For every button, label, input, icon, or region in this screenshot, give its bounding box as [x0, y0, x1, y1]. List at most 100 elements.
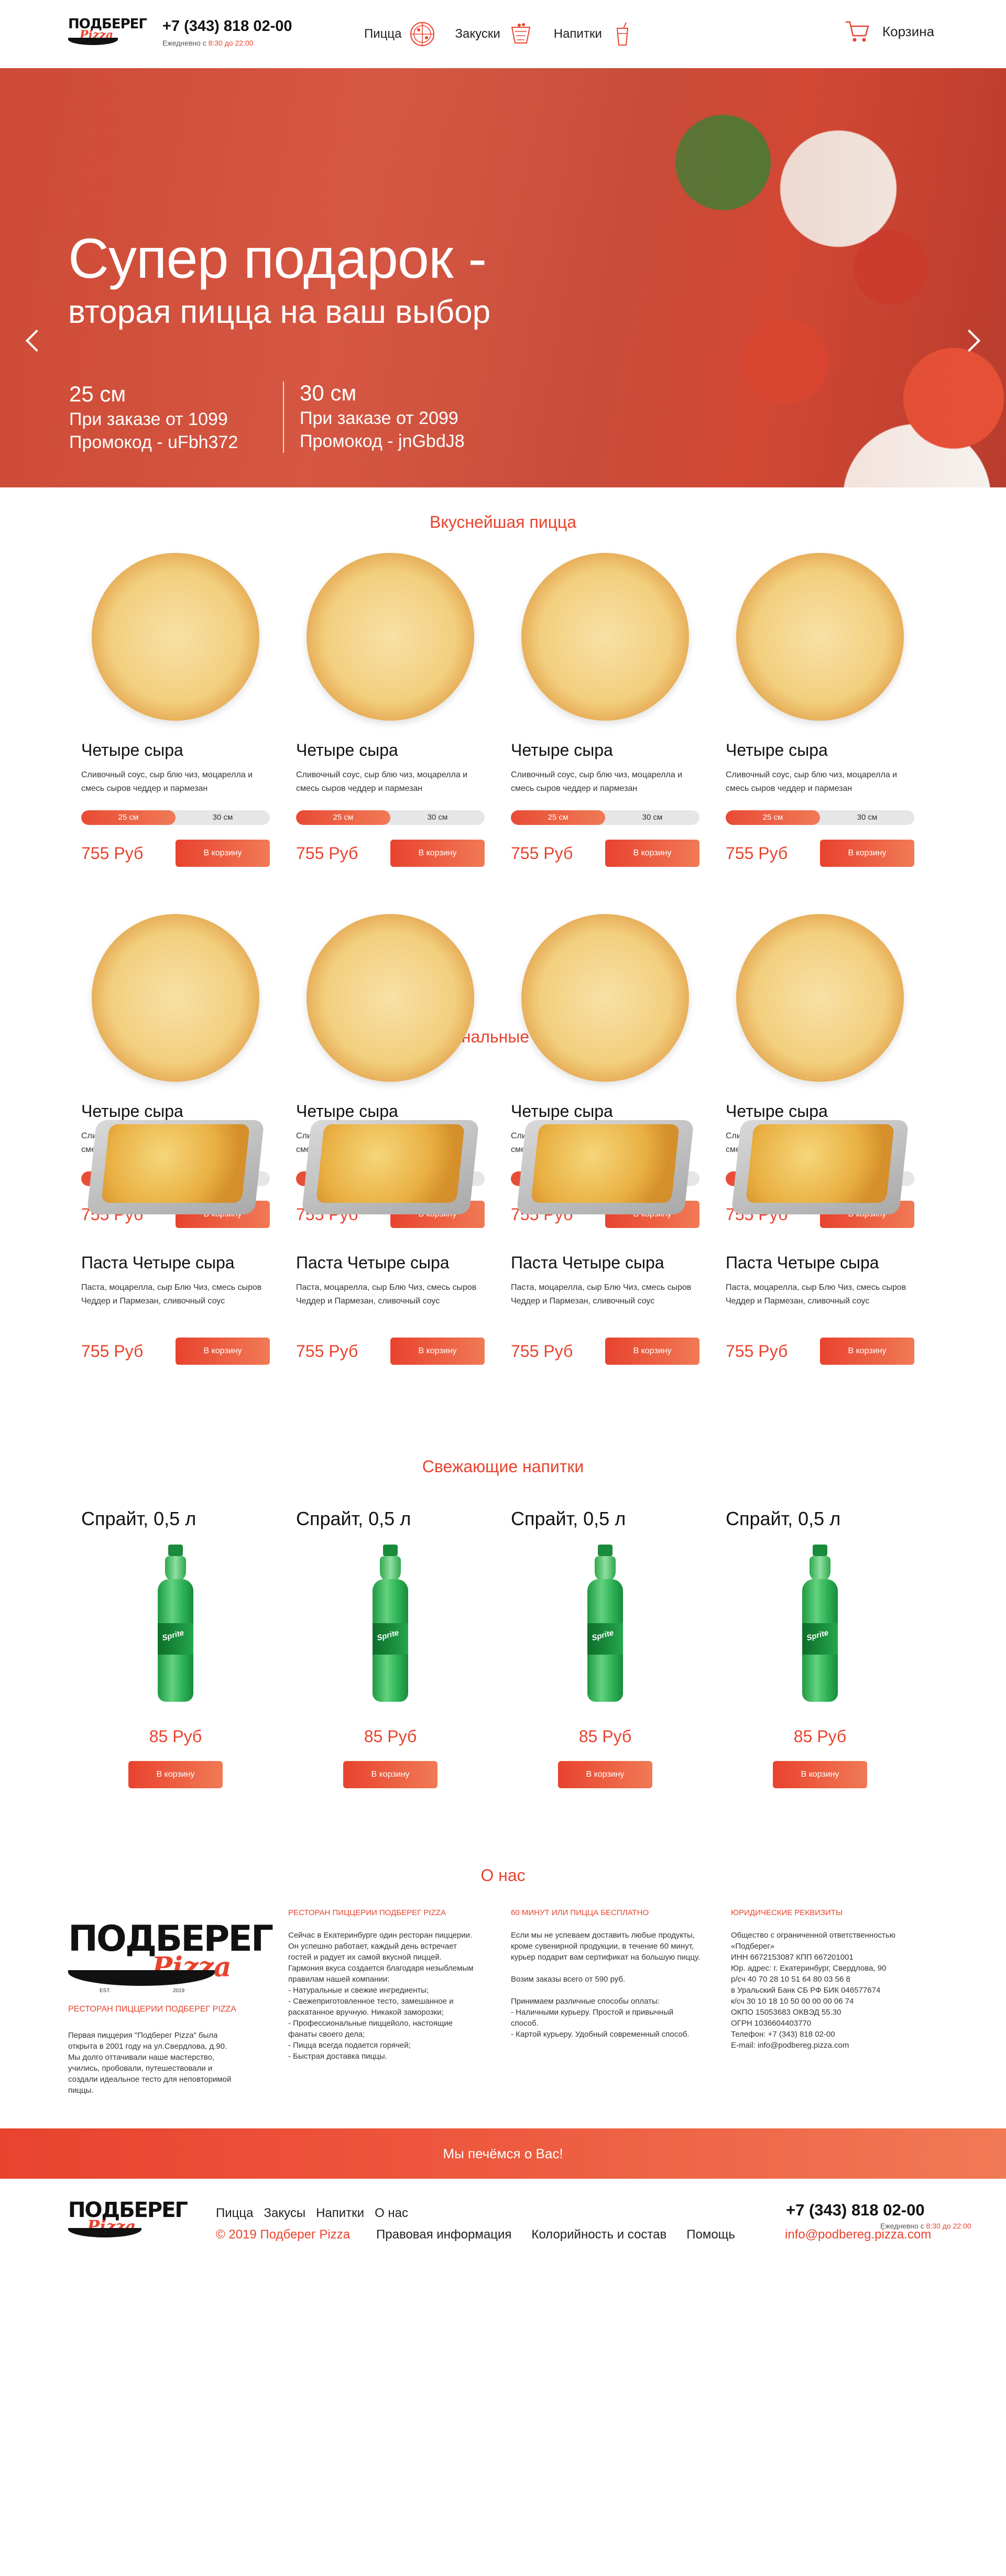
column-line: ИНН 6672153087 КПП 667201001 [731, 1953, 854, 1962]
snacks-icon [511, 23, 530, 44]
nav-item-snacks[interactable]: Закуски [455, 21, 534, 47]
add-to-cart-button[interactable]: В корзину [820, 1338, 914, 1365]
footer-nav: Пицца Закусы Напитки О нас [216, 2206, 419, 2221]
cart-button[interactable]: Корзина [845, 20, 934, 43]
about-logo: ПОДБЕРЕГ Pizza EST. 2019 [68, 1921, 274, 1994]
column-line: ОГРН 1036604403770 [731, 2019, 812, 2028]
add-to-cart-button[interactable]: В корзину [390, 840, 485, 867]
header-logo[interactable]: ПОДБЕРЕГ Pizza [68, 17, 147, 46]
pizza-icon [410, 22, 434, 46]
header-phone[interactable]: +7 (343) 818 02-00 [162, 18, 292, 35]
size-option-30[interactable]: 30 см [390, 810, 485, 825]
size-option-25[interactable]: 25 см [511, 810, 605, 825]
size-toggle: 25 см30 см [726, 810, 914, 825]
snack-image[interactable] [731, 1083, 909, 1246]
bottle-image[interactable]: Sprite [799, 1545, 841, 1702]
cart-label: Корзина [882, 23, 935, 39]
pizza-image[interactable] [736, 553, 904, 721]
tray-food [746, 1124, 894, 1203]
size-option-25[interactable]: 25 см [726, 810, 820, 825]
footer-nav-drinks[interactable]: Напитки [316, 2206, 364, 2221]
column-line: фанаты своего дела; [288, 2030, 365, 2039]
bottle-neck [380, 1556, 401, 1582]
snack-image[interactable] [301, 1083, 479, 1246]
section-title: Свежающие напитки [422, 1457, 584, 1476]
product-description: Сливочный соус, сыр блю чиз, моцарелла и… [296, 770, 468, 793]
footer-link-nutrition[interactable]: Колорийность и состав [531, 2227, 666, 2242]
add-to-cart-button[interactable]: В корзину [605, 840, 699, 867]
footer-nav-snacks[interactable]: Закусы [264, 2206, 306, 2221]
size-option-25[interactable]: 25 см [81, 810, 176, 825]
bottle-cap [598, 1545, 613, 1556]
column-line: Общество с ограниченной ответственностью [731, 1931, 895, 1940]
hero-title: Супер подарок - [68, 226, 487, 290]
footer-phone[interactable]: +7 (343) 818 02-00 [786, 2201, 925, 2220]
hours-time: 8:30 до 22:00 [208, 39, 254, 47]
column-line: - Наличными курьеру. Простой и привычный [511, 2008, 674, 2017]
snack-image[interactable] [516, 1083, 694, 1246]
footer-email[interactable]: info@podbereg.pizza.com [785, 2227, 931, 2242]
price-row: 755 Руб В корзину [511, 840, 699, 867]
column-line: Сейчас в Екатеринбурге один ресторан пиц… [288, 1931, 473, 1940]
nav-item-drinks[interactable]: Напитки [554, 21, 636, 47]
drinks-grid: Спрайт, 0,5 л Sprite 85 Руб В корзину Спрайт… [81, 1508, 925, 1788]
bottle-image[interactable]: Sprite [369, 1545, 411, 1702]
size-option-25[interactable]: 25 см [296, 810, 390, 825]
drink-icon [616, 22, 628, 46]
nav-item-pizza[interactable]: Пицца [364, 21, 435, 47]
footer-nav-pizza[interactable]: Пицца [216, 2206, 254, 2221]
promo-banner: Мы печёмся о Вас! [0, 2128, 1006, 2179]
cart-icon [846, 21, 869, 42]
drink-card: Спрайт, 0,5 л Sprite 85 Руб В корзину [296, 1508, 485, 1788]
pizza-image[interactable] [307, 553, 474, 721]
pizza-image[interactable] [307, 914, 474, 1082]
footer-link-legal[interactable]: Правовая информация [376, 2227, 511, 2242]
product-description: Паста, моцарелла, сыр Блю Чиз, смесь сыр… [511, 1283, 692, 1306]
snack-image[interactable] [86, 1083, 265, 1246]
column-line: кроме сувенирной продукции, в течение 60… [511, 1942, 694, 1951]
add-to-cart-button[interactable]: В корзину [558, 1761, 652, 1788]
footer-logo[interactable]: ПОДБЕРЕГ Pizza [68, 2200, 188, 2242]
add-to-cart-button[interactable]: В корзину [390, 1338, 485, 1365]
about-column-requisites: ЮРИДИЧЕСКИЕ РЕКВИЗИТЫ Общество с ограниче… [731, 1907, 925, 2051]
size-option-30[interactable]: 30 см [176, 810, 270, 825]
about-section: ПОДБЕРЕГ Pizza EST. 2019 РЕСТОРАН ПИЦЦЕР… [0, 1887, 1006, 2128]
column-line: Юр. адрес: г. Екатеринбург, Свердлова, 9… [731, 1964, 887, 1973]
product-price: 755 Руб [81, 1341, 144, 1361]
add-to-cart-button[interactable]: В корзину [128, 1761, 223, 1788]
product-price: 755 Руб [511, 843, 573, 863]
pizza-image[interactable] [521, 553, 689, 721]
bottle-neck [165, 1556, 186, 1582]
pizza-card: Четыре сыра Сливочный соус, сыр блю чиз, … [296, 553, 485, 867]
bottle-image[interactable]: Sprite [155, 1545, 196, 1702]
bottle-image[interactable]: Sprite [584, 1545, 626, 1702]
add-to-cart-button[interactable]: В корзину [773, 1761, 867, 1788]
size-option-30[interactable]: 30 см [820, 810, 914, 825]
product-name: Спрайт, 0,5 л [726, 1508, 841, 1529]
add-to-cart-button[interactable]: В корзину [176, 840, 270, 867]
pizza-image[interactable] [92, 553, 259, 721]
pizza-image[interactable] [736, 914, 904, 1082]
pizza-image[interactable] [521, 914, 689, 1082]
product-price: 755 Руб [726, 1341, 788, 1361]
column-line: «Подберег» [731, 1942, 775, 1951]
pizza-image[interactable] [92, 914, 259, 1082]
pizza-card: Четыре сыра Сливочный соус, сыр блю чиз, … [726, 553, 914, 867]
hours-time: 8:30 до 22:00 [926, 2222, 971, 2230]
size-toggle: 25 см30 см [296, 810, 485, 825]
size-toggle: 25 см30 см [81, 810, 270, 825]
bottle-cap [168, 1545, 183, 1556]
add-to-cart-button[interactable]: В корзину [605, 1338, 699, 1365]
size-option-30[interactable]: 30 см [605, 810, 699, 825]
about-caption: РЕСТОРАН ПИЦЦЕРИИ ПОДБЕРЕГ PIZZA [68, 2005, 236, 2014]
column-line: к/сч 30 10 18 10 50 00 00 00 06 74 [731, 1997, 854, 2006]
footer-link-help[interactable]: Помощь [686, 2227, 735, 2242]
add-to-cart-button[interactable]: В корзину [343, 1761, 438, 1788]
offer-condition: При заказе от 1099 [69, 409, 228, 429]
column-line: - Профессиональные пиццейоло, настоящие [288, 2019, 453, 2028]
footer-nav-about[interactable]: О нас [375, 2206, 408, 2221]
add-to-cart-button[interactable]: В корзину [176, 1338, 270, 1365]
add-to-cart-button[interactable]: В корзину [820, 840, 914, 867]
main-nav: Пицца Закуски Напитки [364, 21, 655, 47]
about-column-restaurant: РЕСТОРАН ПИЦЦЕРИИ ПОДБЕРЕГ PIZZA Сейчас в… [288, 1907, 482, 2062]
